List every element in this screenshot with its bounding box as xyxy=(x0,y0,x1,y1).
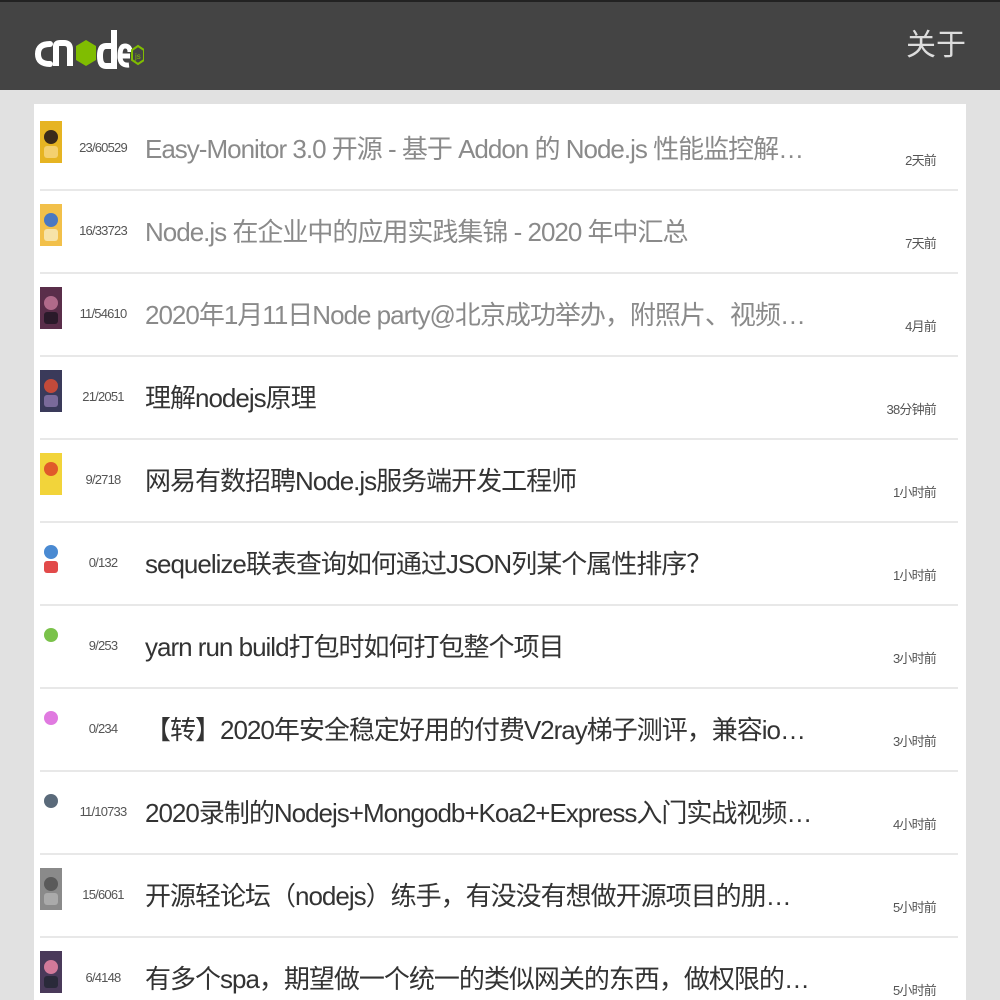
last-reply-time: 1小时前 xyxy=(892,485,937,500)
topic-row[interactable]: 23/60529 Easy-Monitor 3.0 开源 - 基于 Addon 的… xyxy=(40,108,958,191)
topic-row[interactable]: 11/10733 2020录制的Nodejs+Mongodb+Koa2+Expre… xyxy=(40,772,958,855)
topic-row[interactable]: 6/4148 有多个spa，期望做一个统一的类似网关的东西，做权限的验证，有什么比… xyxy=(40,938,958,1000)
reply-view-count: 6/4148 xyxy=(85,970,122,985)
topic-row[interactable]: 15/6061 开源轻论坛（nodejs）练手，有没没有想做开源项目的朋友一起搞下… xyxy=(40,855,958,938)
reply-view-count: 16/33723 xyxy=(79,223,128,238)
topic-row[interactable]: 21/2051 理解nodejs原理 38分钟前 xyxy=(40,357,958,440)
reply-view-count: 9/253 xyxy=(88,638,118,653)
topic-row[interactable]: 0/234 【转】2020年安全稳定好用的付费V2ray梯子测评，兼容ios-电脑… xyxy=(40,689,958,772)
reply-view-count: 15/6061 xyxy=(82,887,124,902)
author-avatar[interactable] xyxy=(40,536,62,578)
topic-title-link[interactable]: Node.js 在企业中的应用实践集锦 - 2020 年中汇总 xyxy=(145,215,815,249)
reply-view-count: 0/132 xyxy=(88,555,118,570)
reply-view-count: 9/2718 xyxy=(85,472,122,487)
topic-title-link[interactable]: 开源轻论坛（nodejs）练手，有没没有想做开源项目的朋友一起搞下 xyxy=(145,879,815,913)
author-avatar[interactable] xyxy=(40,951,62,993)
last-reply-time: 4月前 xyxy=(905,319,937,334)
topic-title-link[interactable]: yarn run build打包时如何打包整个项目 xyxy=(145,630,815,664)
reply-view-count: 11/10733 xyxy=(79,804,128,819)
author-avatar[interactable] xyxy=(40,619,62,661)
last-reply-time: 7天前 xyxy=(905,236,937,251)
last-reply-time: 3小时前 xyxy=(892,651,937,666)
author-avatar[interactable] xyxy=(40,785,62,827)
topic-row[interactable]: 11/54610 2020年1月11日Node party@北京成功举办，附照片、… xyxy=(40,274,958,357)
cnode-logo-icon: js xyxy=(34,30,144,69)
author-avatar[interactable] xyxy=(40,121,62,163)
navbar: js 关于 xyxy=(0,0,1000,90)
topic-title-link[interactable]: 理解nodejs原理 xyxy=(145,381,815,415)
last-reply-time: 4小时前 xyxy=(892,817,937,832)
topic-list: 23/60529 Easy-Monitor 3.0 开源 - 基于 Addon 的… xyxy=(34,104,966,1000)
topic-row[interactable]: 9/2718 网易有数招聘Node.js服务端开发工程师 1小时前 xyxy=(40,440,958,523)
last-reply-time: 2天前 xyxy=(905,153,937,168)
topic-row[interactable]: 0/132 sequelize联表查询如何通过JSON列某个属性排序？ 1小时前 xyxy=(40,523,958,606)
cnode-logo[interactable]: js xyxy=(34,16,144,76)
topic-title-link[interactable]: 2020年1月11日Node party@北京成功举办，附照片、视频和ppt xyxy=(145,298,815,332)
reply-view-count: 23/60529 xyxy=(79,140,128,155)
last-reply-time: 5小时前 xyxy=(892,900,937,915)
author-avatar[interactable] xyxy=(40,204,62,246)
reply-view-count: 21/2051 xyxy=(82,389,124,404)
author-avatar[interactable] xyxy=(40,370,62,412)
last-reply-time: 1小时前 xyxy=(892,568,937,583)
topic-title-link[interactable]: 有多个spa，期望做一个统一的类似网关的东西，做权限的验证，有什么比较合适的框.… xyxy=(145,962,815,996)
topic-title-link[interactable]: 2020录制的Nodejs+Mongodb+Koa2+Express入门实战视频… xyxy=(145,796,815,830)
topic-title-link[interactable]: 【转】2020年安全稳定好用的付费V2ray梯子测评，兼容ios-电脑-安卓-m… xyxy=(145,713,815,747)
last-reply-time: 38分钟前 xyxy=(886,402,937,417)
reply-view-count: 11/54610 xyxy=(79,306,128,321)
svg-text:js: js xyxy=(134,52,141,61)
author-avatar[interactable] xyxy=(40,702,62,744)
topic-title-link[interactable]: Easy-Monitor 3.0 开源 - 基于 Addon 的 Node.js… xyxy=(145,132,815,166)
last-reply-time: 5小时前 xyxy=(892,983,937,998)
topic-title-link[interactable]: 网易有数招聘Node.js服务端开发工程师 xyxy=(145,464,815,498)
last-reply-time: 3小时前 xyxy=(892,734,937,749)
author-avatar[interactable] xyxy=(40,453,62,495)
author-avatar[interactable] xyxy=(40,287,62,329)
topic-row[interactable]: 9/253 yarn run build打包时如何打包整个项目 3小时前 xyxy=(40,606,958,689)
topic-row[interactable]: 16/33723 Node.js 在企业中的应用实践集锦 - 2020 年中汇总 7… xyxy=(40,191,958,274)
author-avatar[interactable] xyxy=(40,868,62,910)
topic-title-link[interactable]: sequelize联表查询如何通过JSON列某个属性排序？ xyxy=(145,547,815,581)
reply-view-count: 0/234 xyxy=(88,721,118,736)
about-link[interactable]: 关于 xyxy=(906,26,966,66)
